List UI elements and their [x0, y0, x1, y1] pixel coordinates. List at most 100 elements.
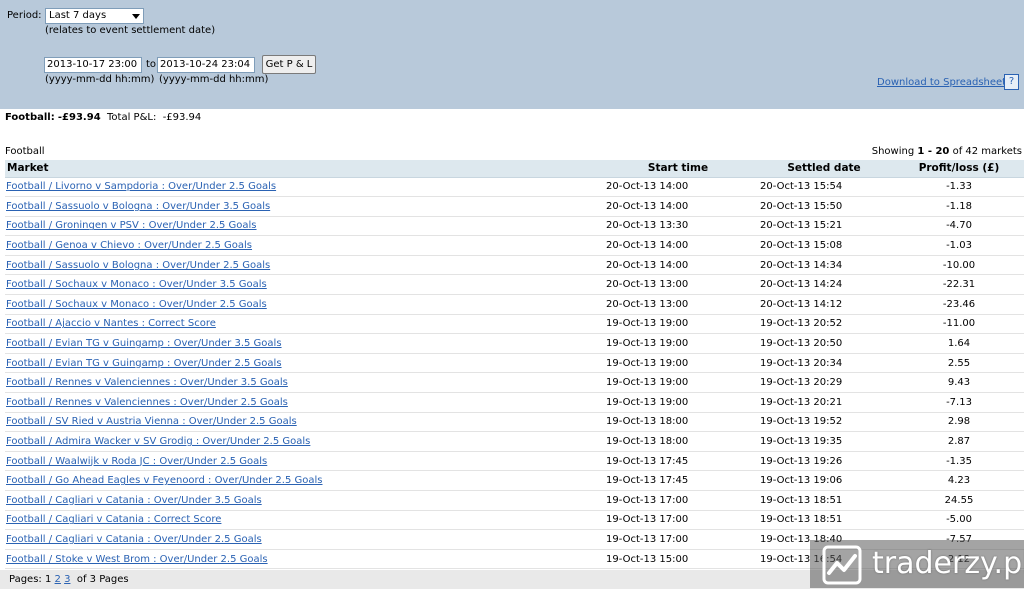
to-date-input[interactable]: 2013-10-24 23:04 [157, 57, 255, 73]
period-select[interactable]: Last 7 days [45, 8, 144, 24]
market-link[interactable]: Football / Livorno v Sampdoria : Over/Un… [6, 181, 276, 192]
market-link[interactable]: Football / Genoa v Chievo : Over/Under 2… [6, 240, 252, 251]
pl-summary: Football: -£93.94 Total P&L: -£93.94 [5, 112, 201, 124]
section-title: Football [5, 146, 45, 157]
market-link[interactable]: Football / Go Ahead Eagles v Feyenoord :… [6, 475, 323, 486]
market-link[interactable]: Football / Sochaux v Monaco : Over/Under… [6, 299, 267, 310]
market-link[interactable]: Football / Rennes v Valenciennes : Over/… [6, 397, 288, 408]
start-time-cell: 19-Oct-13 19:00 [602, 392, 754, 413]
watermark-text: traderzy.pl [872, 546, 1024, 581]
header-market[interactable]: Market [5, 160, 602, 178]
profit-loss-cell: 9.43 [894, 372, 1024, 394]
market-cell: Football / Evian TG v Guingamp : Over/Un… [5, 353, 602, 374]
start-time-cell: 19-Oct-13 17:45 [602, 451, 754, 472]
start-time-cell: 19-Oct-13 19:00 [602, 372, 754, 394]
market-link[interactable]: Football / Sassuolo v Bologna : Over/Und… [6, 260, 270, 271]
settled-date-cell: 20-Oct-13 15:08 [754, 235, 894, 256]
start-time-cell: 20-Oct-13 14:00 [602, 235, 754, 256]
settled-date-cell: 20-Oct-13 14:12 [754, 294, 894, 315]
market-cell: Football / Livorno v Sampdoria : Over/Un… [5, 177, 602, 198]
market-cell: Football / Groningen v PSV : Over/Under … [5, 216, 602, 237]
market-cell: Football / Genoa v Chievo : Over/Under 2… [5, 235, 602, 256]
settled-date-cell: 20-Oct-13 14:24 [754, 274, 894, 296]
start-time-cell: 19-Oct-13 17:45 [602, 470, 754, 491]
get-pl-button[interactable]: Get P & L [262, 55, 316, 74]
from-date-input[interactable]: 2013-10-17 23:00 [44, 57, 142, 73]
market-link[interactable]: Football / Cagliari v Catania : Over/Und… [6, 495, 262, 506]
market-cell: Football / Go Ahead Eagles v Feyenoord :… [5, 470, 602, 491]
market-link[interactable]: Football / Waalwijk v Roda JC : Over/Und… [6, 456, 267, 467]
sport-value: -£93.94 [57, 112, 101, 123]
market-cell: Football / Sochaux v Monaco : Over/Under… [5, 294, 602, 315]
start-time-cell: 20-Oct-13 14:00 [602, 255, 754, 276]
market-cell: Football / Evian TG v Guingamp : Over/Un… [5, 333, 602, 354]
table-row: Football / Ajaccio v Nantes : Correct Sc… [5, 314, 1024, 335]
settled-date-cell: 19-Oct-13 19:52 [754, 412, 894, 433]
total-value: -£93.94 [162, 112, 202, 123]
header-profit-loss[interactable]: Profit/loss (£) [894, 160, 1024, 178]
traderzy-logo-icon [822, 545, 862, 585]
market-link[interactable]: Football / Groningen v PSV : Over/Under … [6, 220, 257, 231]
profit-loss-cell: 4.23 [894, 470, 1024, 491]
table-row: Football / Evian TG v Guingamp : Over/Un… [5, 353, 1024, 374]
profit-loss-cell: -7.13 [894, 392, 1024, 413]
profit-loss-cell: -1.18 [894, 196, 1024, 217]
filter-panel: Period: Last 7 days (relates to event se… [0, 0, 1024, 109]
header-start-time[interactable]: Start time [602, 160, 754, 178]
start-time-cell: 19-Oct-13 17:00 [602, 510, 754, 531]
start-time-cell: 20-Oct-13 13:00 [602, 274, 754, 296]
settled-date-cell: 20-Oct-13 15:54 [754, 177, 894, 198]
start-time-cell: 20-Oct-13 13:30 [602, 216, 754, 237]
market-cell: Football / Ajaccio v Nantes : Correct Sc… [5, 314, 602, 335]
to-label: to [146, 59, 157, 70]
table-row: Football / Rennes v Valenciennes : Over/… [5, 372, 1024, 394]
settled-date-cell: 20-Oct-13 15:21 [754, 216, 894, 237]
market-cell: Football / Sochaux v Monaco : Over/Under… [5, 274, 602, 296]
market-link[interactable]: Football / Evian TG v Guingamp : Over/Un… [6, 358, 282, 369]
market-cell: Football / Cagliari v Catania : Correct … [5, 510, 602, 531]
profit-loss-cell: -10.00 [894, 255, 1024, 276]
market-link[interactable]: Football / Cagliari v Catania : Correct … [6, 514, 221, 525]
market-link[interactable]: Football / Rennes v Valenciennes : Over/… [6, 377, 288, 388]
market-link[interactable]: Football / SV Ried v Austria Vienna : Ov… [6, 416, 297, 427]
market-link[interactable]: Football / Stoke v West Brom : Over/Unde… [6, 554, 268, 565]
settled-date-cell: 19-Oct-13 20:34 [754, 353, 894, 374]
market-link[interactable]: Football / Cagliari v Catania : Over/Und… [6, 534, 262, 545]
showing-count: Showing 1 - 20 of 42 markets [872, 146, 1022, 157]
profit-loss-cell: -23.46 [894, 294, 1024, 315]
settled-date-cell: 19-Oct-13 20:29 [754, 372, 894, 394]
market-link[interactable]: Football / Ajaccio v Nantes : Correct Sc… [6, 318, 216, 329]
settled-date-cell: 19-Oct-13 19:06 [754, 470, 894, 491]
profit-loss-cell: 2.87 [894, 431, 1024, 452]
profit-loss-cell: 1.64 [894, 333, 1024, 354]
market-link[interactable]: Football / Sochaux v Monaco : Over/Under… [6, 279, 267, 290]
showing-suffix: of 42 markets [952, 146, 1022, 157]
download-spreadsheet-link[interactable]: Download to Spreadsheet [877, 77, 1006, 89]
table-row: Football / Rennes v Valenciennes : Over/… [5, 392, 1024, 413]
profit-loss-cell: 24.55 [894, 490, 1024, 511]
market-cell: Football / Waalwijk v Roda JC : Over/Und… [5, 451, 602, 472]
market-link[interactable]: Football / Admira Wacker v SV Grodig : O… [6, 436, 310, 447]
table-row: Football / Go Ahead Eagles v Feyenoord :… [5, 470, 1024, 491]
settled-date-cell: 19-Oct-13 19:26 [754, 451, 894, 472]
start-time-cell: 20-Oct-13 13:00 [602, 294, 754, 315]
header-settled-date[interactable]: Settled date [754, 160, 894, 178]
table-row: Football / Cagliari v Catania : Correct … [5, 510, 1024, 531]
market-cell: Football / Sassuolo v Bologna : Over/Und… [5, 255, 602, 276]
pager-link-2[interactable]: 2 [55, 574, 61, 585]
market-link[interactable]: Football / Evian TG v Guingamp : Over/Un… [6, 338, 282, 349]
market-cell: Football / Admira Wacker v SV Grodig : O… [5, 431, 602, 452]
profit-loss-cell: -5.00 [894, 510, 1024, 531]
market-cell: Football / Rennes v Valenciennes : Over/… [5, 392, 602, 413]
help-icon[interactable]: ? [1004, 74, 1019, 90]
settled-date-cell: 20-Oct-13 15:50 [754, 196, 894, 217]
start-time-cell: 19-Oct-13 15:00 [602, 549, 754, 570]
start-time-cell: 19-Oct-13 19:00 [602, 314, 754, 335]
settled-date-cell: 19-Oct-13 18:51 [754, 510, 894, 531]
settled-date-cell: 19-Oct-13 20:52 [754, 314, 894, 335]
market-cell: Football / Rennes v Valenciennes : Over/… [5, 372, 602, 394]
table-row: Football / Cagliari v Catania : Over/Und… [5, 490, 1024, 511]
market-link[interactable]: Football / Sassuolo v Bologna : Over/Und… [6, 201, 270, 212]
start-time-cell: 19-Oct-13 19:00 [602, 333, 754, 354]
pager-link-3[interactable]: 3 [64, 574, 70, 585]
